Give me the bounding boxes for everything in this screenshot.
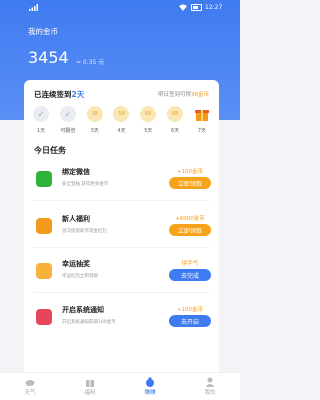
checkin-days: ✓ 1天 ✓ 可翻倍 38 3天 58 4天 68 5天 88 6天 7天 [30,106,213,134]
clock: 12:27 [205,4,223,11]
enable-button[interactable]: 去开启 [169,315,211,327]
tab-profile[interactable]: 我的 [190,373,230,400]
divider [34,292,209,293]
checkin-day[interactable]: 68 5天 [137,106,159,134]
task-newbie-bonus: 新人福利 首次提现即享现金红包 +6000金币 立即领取 [24,206,219,246]
status-bar: 12:27 [0,0,240,16]
checkin-day[interactable]: 38 3天 [84,106,106,134]
red-packet-icon [36,218,52,234]
battery-icon [191,4,202,11]
coins-balance: 3454 [28,48,69,67]
gift-icon [194,106,210,122]
checkin-streak: 已连续签到2天 [34,90,85,99]
check-icon: ✓ [59,106,76,122]
coin-icon: 88 [167,106,184,122]
task-lucky-draw: 幸运抽奖 幸运红包立刻领取 拼手气 去完成 [24,251,219,291]
profile-icon [205,377,215,387]
go-complete-button[interactable]: 去完成 [169,269,211,281]
bottom-tab-bar: 天气 福利 赚赚 我的 [0,372,240,400]
daily-tasks-card: 今日任务 绑定微信 安全登陆 获得更多金币 +100金币 立即领取 新人福利 首… [24,134,219,374]
tasks-title: 今日任务 [34,146,66,155]
wechat-icon [36,171,52,187]
claim-button[interactable]: 立即领取 [169,177,211,189]
wifi-icon [179,4,187,11]
check-icon: ✓ [33,106,49,122]
money-bag-icon [146,377,154,387]
gift-icon [86,380,94,387]
checkin-day[interactable]: ✓ 可翻倍 [57,106,79,134]
divider [34,200,209,201]
checkin-day[interactable]: 88 6天 [164,106,186,134]
cash-equivalent: ≈ 0.35 元 [76,59,105,66]
claim-button[interactable]: 立即领取 [169,224,211,236]
notification-icon [36,309,52,325]
tab-earn[interactable]: 赚赚 [130,373,170,400]
weather-icon [25,380,35,386]
checkin-day[interactable]: 58 4天 [110,106,132,134]
lottery-icon [36,263,52,279]
coin-icon: 68 [140,106,157,122]
tab-weather[interactable]: 天气 [10,373,50,400]
checkin-day[interactable]: ✓ 1天 [30,106,52,134]
tab-welfare[interactable]: 福利 [70,373,110,400]
checkin-day[interactable]: 7天 [191,106,213,134]
divider [34,247,209,248]
signal-icon [29,4,38,11]
task-bind-wechat: 绑定微信 安全登陆 获得更多金币 +100金币 立即领取 [24,159,219,199]
coin-icon: 38 [86,106,103,122]
coin-icon: 58 [113,106,130,122]
task-enable-notifications: 开启系统通知 开启系统通知获取100金币 +100金币 去开启 [24,297,219,337]
checkin-tomorrow-hint: 明日签到可得38金币 [157,92,209,98]
coins-label: 我的金币 [28,27,58,36]
